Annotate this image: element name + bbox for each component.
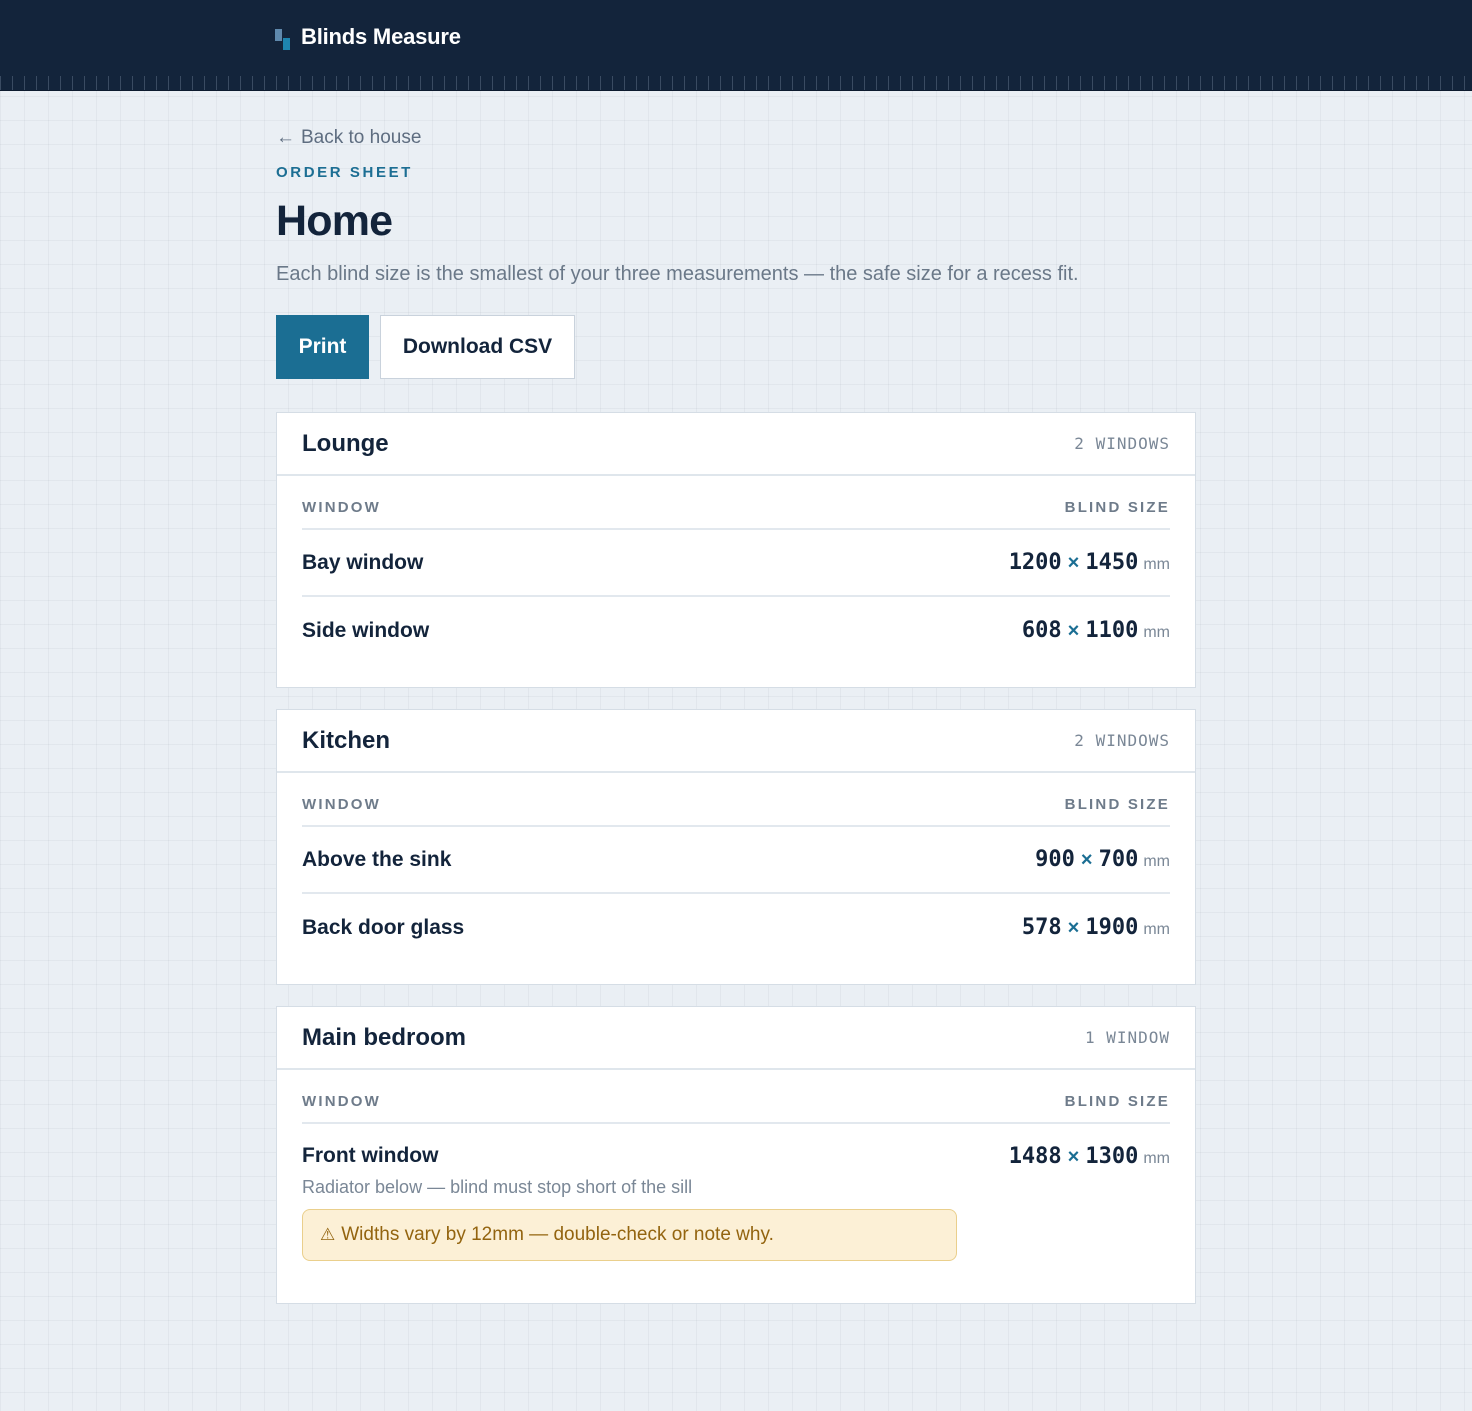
times-sign: × <box>1067 917 1080 939</box>
times-sign: × <box>1080 849 1093 871</box>
window-note: Radiator below — blind must stop short o… <box>302 1177 693 1197</box>
action-bar: Print Download CSV <box>276 315 1196 379</box>
table-header: WINDOW BLIND SIZE <box>302 773 1170 827</box>
blind-size: 608 × 1100 mm <box>1022 618 1170 643</box>
blind-size: 1200 × 1450 mm <box>1009 550 1170 575</box>
room-card-main-bedroom: Main bedroom 1 WINDOW WINDOW BLIND SIZE … <box>276 1006 1196 1304</box>
times-sign: × <box>1067 1145 1080 1168</box>
window-name: Side window <box>302 618 430 642</box>
back-link-label: Back to house <box>301 127 422 148</box>
table-header: WINDOW BLIND SIZE <box>302 476 1170 530</box>
page-title: Home <box>276 197 393 245</box>
left-arrow-icon: ← <box>276 127 295 148</box>
warning-text: Widths vary by 12mm — double-check or no… <box>341 1224 774 1245</box>
table-row[interactable]: Above the sink 900 × 700 mm <box>302 827 1170 894</box>
window-name: Bay window <box>302 550 424 574</box>
blind-height: 700 <box>1098 847 1139 872</box>
windows-table: WINDOW BLIND SIZE Front window 1488 × 13… <box>277 1070 1195 1261</box>
logo-icon <box>275 24 292 50</box>
room-name: Main bedroom <box>302 1023 467 1051</box>
column-header-window: WINDOW <box>302 499 382 516</box>
window-name: Back door glass <box>302 915 465 939</box>
top-bar: Blinds Measure <box>0 0 1472 74</box>
blind-size: 1488 × 1300 mm <box>1009 1144 1170 1169</box>
column-header-blind-size: BLIND SIZE <box>1064 1093 1170 1110</box>
column-header-window: WINDOW <box>302 1093 382 1110</box>
column-header-blind-size: BLIND SIZE <box>1064 499 1170 516</box>
page-subtitle: Each blind size is the smallest of your … <box>276 263 1079 285</box>
blind-width: 1200 <box>1008 550 1062 575</box>
room-name: Kitchen <box>302 726 391 754</box>
brand[interactable]: Blinds Measure <box>275 22 461 52</box>
print-button[interactable]: Print <box>276 315 369 379</box>
room-name: Lounge <box>302 429 389 457</box>
windows-table: WINDOW BLIND SIZE Bay window 1200 × 1450… <box>277 476 1195 664</box>
table-row[interactable]: Bay window 1200 × 1450 mm <box>302 530 1170 597</box>
window-name: Front window <box>302 1144 439 1167</box>
column-header-blind-size: BLIND SIZE <box>1064 796 1170 813</box>
back-to-house-link[interactable]: ← Back to house <box>276 124 421 152</box>
table-row[interactable]: Front window 1488 × 1300 mm Radiator bel… <box>302 1124 1170 1261</box>
size-unit: mm <box>1143 1149 1170 1167</box>
room-card-kitchen: Kitchen 2 WINDOWS WINDOW BLIND SIZE Abov… <box>276 709 1196 985</box>
warning-icon: ⚠ <box>320 1225 336 1244</box>
room-card-lounge: Lounge 2 WINDOWS WINDOW BLIND SIZE Bay w… <box>276 412 1196 688</box>
table-row[interactable]: Side window 608 × 1100 mm <box>302 597 1170 664</box>
size-unit: mm <box>1143 556 1170 573</box>
download-csv-button[interactable]: Download CSV <box>380 315 575 379</box>
window-name: Above the sink <box>302 847 452 871</box>
blind-width: 608 <box>1021 618 1062 643</box>
blind-height: 1100 <box>1085 618 1139 643</box>
window-count: 1 WINDOW <box>1084 1028 1170 1047</box>
room-header: Main bedroom 1 WINDOW <box>277 1007 1195 1070</box>
app-name: Blinds Measure <box>301 24 461 49</box>
main-content: ← Back to house ORDER SHEET Home Each bl… <box>276 124 1196 1304</box>
blind-height: 1450 <box>1085 550 1139 575</box>
table-header: WINDOW BLIND SIZE <box>302 1070 1170 1124</box>
blind-width: 900 <box>1035 847 1075 872</box>
blind-height: 1900 <box>1085 915 1139 940</box>
windows-table: WINDOW BLIND SIZE Above the sink 900 × 7… <box>277 773 1195 961</box>
room-header: Lounge 2 WINDOWS <box>277 413 1195 476</box>
blind-width: 578 <box>1021 915 1062 940</box>
ruler-strip <box>0 74 1472 91</box>
size-unit: mm <box>1143 921 1170 938</box>
table-row[interactable]: Back door glass 578 × 1900 mm <box>302 894 1170 961</box>
times-sign: × <box>1067 552 1080 574</box>
window-count: 2 WINDOWS <box>1074 434 1170 453</box>
blind-size: 578 × 1900 mm <box>1022 915 1170 940</box>
blind-size: 900 × 700 mm <box>1035 847 1170 872</box>
row-main-line: Front window 1488 × 1300 mm <box>302 1140 1170 1172</box>
blind-width: 1488 <box>1008 1143 1062 1169</box>
room-header: Kitchen 2 WINDOWS <box>277 710 1195 773</box>
blind-height: 1300 <box>1085 1143 1139 1169</box>
window-count: 2 WINDOWS <box>1074 731 1170 750</box>
size-unit: mm <box>1143 853 1170 870</box>
warning-banner: ⚠ Widths vary by 12mm — double-check or … <box>302 1209 957 1261</box>
times-sign: × <box>1067 620 1080 642</box>
eyebrow-label: ORDER SHEET <box>276 164 413 181</box>
size-unit: mm <box>1143 624 1170 641</box>
column-header-window: WINDOW <box>302 796 382 813</box>
